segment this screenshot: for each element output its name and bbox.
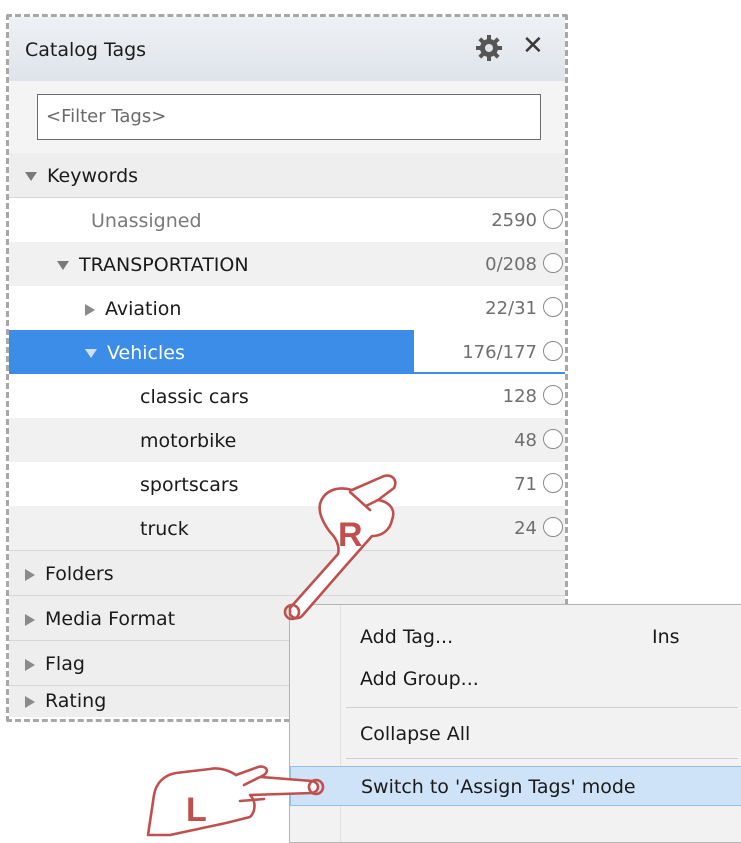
radio-icon[interactable] — [543, 341, 563, 361]
tag-row-aviation[interactable]: Aviation 22/31 — [9, 286, 565, 330]
tag-label: sportscars — [140, 474, 239, 496]
tag-count: 176/177 — [462, 342, 537, 363]
chevron-right-icon[interactable] — [85, 303, 95, 316]
radio-icon[interactable] — [543, 429, 563, 449]
section-label: Media Format — [45, 608, 176, 630]
radio-icon[interactable] — [543, 385, 563, 405]
panel-title: Catalog Tags — [25, 39, 147, 61]
tag-row-vehicles[interactable]: Vehicles 176/177 — [9, 330, 565, 374]
tag-label: Unassigned — [91, 210, 202, 232]
section-keywords[interactable]: Keywords — [9, 153, 565, 197]
tag-label: classic cars — [140, 386, 249, 408]
filter-tags-input[interactable] — [40, 97, 538, 135]
tag-label: truck — [140, 518, 189, 540]
section-label: Keywords — [47, 165, 139, 187]
radio-icon[interactable] — [543, 297, 563, 317]
chevron-right-icon — [25, 613, 35, 626]
panel-titlebar: Catalog Tags ✕ — [9, 17, 565, 81]
menu-item-label: Collapse All — [360, 723, 471, 745]
tag-count: 24 — [514, 518, 537, 539]
radio-icon[interactable] — [543, 473, 563, 493]
gear-icon[interactable] — [475, 34, 503, 62]
hand-letter-r: R — [338, 516, 363, 554]
tag-row-unassigned[interactable]: Unassigned 2590 — [9, 198, 565, 242]
radio-icon[interactable] — [543, 517, 563, 537]
tag-count: 22/31 — [485, 298, 537, 319]
tag-row-transportation[interactable]: TRANSPORTATION 0/208 — [9, 242, 565, 286]
tag-row-classic-cars[interactable]: classic cars 128 — [9, 374, 565, 418]
menu-item-switch-assign-mode[interactable]: Switch to 'Assign Tags' mode — [290, 766, 741, 806]
section-label: Flag — [45, 653, 85, 675]
radio-icon[interactable] — [543, 253, 563, 273]
radio-icon[interactable] — [543, 209, 563, 229]
context-menu: Add Tag... Ins Add Group... Collapse All… — [289, 604, 741, 843]
tag-count: 128 — [502, 386, 537, 407]
menu-item-shortcut: Ins — [652, 626, 680, 648]
menu-item-add-group[interactable]: Add Group... — [290, 658, 741, 698]
section-label: Folders — [45, 563, 114, 585]
chevron-right-icon — [25, 695, 35, 708]
menu-item-label: Add Tag... — [360, 626, 454, 648]
tag-label: motorbike — [140, 430, 237, 452]
hand-pointer-icon: R — [283, 474, 397, 621]
hand-pointer-icon: L — [146, 765, 325, 837]
chevron-right-icon — [25, 568, 35, 581]
chevron-down-icon[interactable] — [57, 261, 69, 270]
chevron-right-icon — [25, 658, 35, 671]
tag-count: 71 — [514, 474, 537, 495]
section-label: Rating — [45, 690, 107, 712]
menu-separator — [346, 758, 738, 759]
chevron-down-icon[interactable] — [85, 349, 97, 358]
chevron-down-icon — [25, 172, 37, 181]
close-icon[interactable]: ✕ — [522, 30, 544, 62]
menu-item-collapse-all[interactable]: Collapse All — [290, 713, 741, 753]
menu-item-label: Switch to 'Assign Tags' mode — [361, 776, 636, 798]
filter-box — [37, 94, 541, 140]
tag-count: 48 — [514, 430, 537, 451]
menu-separator — [346, 707, 738, 708]
hand-letter-l: L — [186, 791, 207, 829]
tag-label: TRANSPORTATION — [79, 254, 249, 276]
tag-label: Vehicles — [107, 342, 185, 364]
tag-count: 0/208 — [485, 254, 537, 275]
tag-row-motorbike[interactable]: motorbike 48 — [9, 418, 565, 462]
tag-label: Aviation — [105, 298, 182, 320]
tag-count: 2590 — [491, 210, 537, 231]
menu-item-label: Add Group... — [360, 668, 479, 690]
